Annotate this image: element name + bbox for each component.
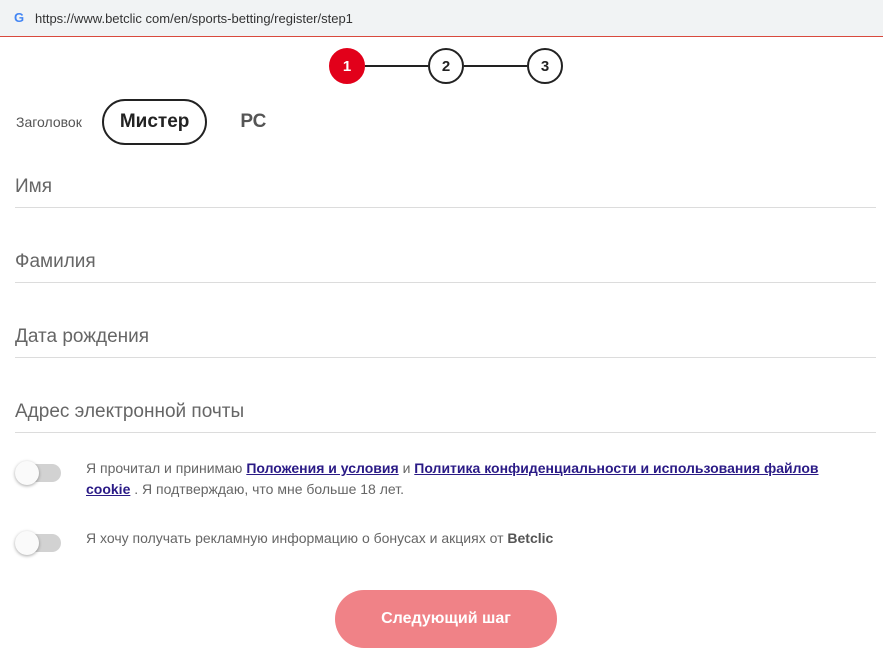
age-value: 18	[360, 481, 376, 497]
last-name-input[interactable]	[15, 243, 876, 281]
email-field	[15, 393, 876, 433]
last-name-field	[15, 243, 876, 283]
terms-consent-text: Я прочитал и принимаю Положения и услови…	[86, 458, 856, 500]
google-g-icon: G	[13, 10, 25, 25]
next-step-button[interactable]: Следующий шаг	[335, 590, 557, 648]
title-option-ps[interactable]: РС	[240, 111, 266, 133]
email-input[interactable]	[15, 393, 876, 431]
terms-and-conditions-link[interactable]: Положения и условия	[246, 460, 398, 476]
first-name-input[interactable]	[15, 168, 876, 206]
terms-toggle[interactable]	[15, 461, 61, 485]
step-connector	[464, 65, 527, 67]
age-suffix-text: лет.	[379, 481, 404, 497]
url-text[interactable]: https://www.betclic com/en/sports-bettin…	[35, 11, 353, 26]
first-name-field	[15, 168, 876, 208]
marketing-consent-row: Я хочу получать рекламную информацию о б…	[15, 528, 553, 555]
terms-consent-row: Я прочитал и принимаю Положения и услови…	[15, 458, 856, 500]
registration-stepper: 1 2 3	[0, 46, 883, 86]
toggle-knob	[15, 531, 39, 555]
marketing-toggle[interactable]	[15, 531, 61, 555]
terms-and-text: и	[402, 460, 411, 476]
age-confirmation-text: . Я подтверждаю, что мне больше	[134, 481, 357, 497]
toggle-knob	[15, 461, 39, 485]
birth-date-input[interactable]	[15, 318, 876, 356]
step-1-indicator: 1	[329, 48, 365, 84]
title-label: Заголовок	[16, 114, 82, 130]
marketing-text: Я хочу получать рекламную информацию о б…	[86, 530, 504, 546]
birth-date-field	[15, 318, 876, 358]
browser-address-bar[interactable]: G https://www.betclic com/en/sports-bett…	[0, 0, 883, 37]
title-selector: Заголовок Мистер РС	[16, 99, 266, 145]
step-3-indicator: 3	[527, 48, 563, 84]
terms-prefix-text: Я прочитал и принимаю	[86, 460, 243, 476]
brand-name: Betclic	[507, 530, 554, 546]
step-2-indicator: 2	[428, 48, 464, 84]
title-option-mister[interactable]: Мистер	[101, 99, 208, 145]
marketing-consent-text: Я хочу получать рекламную информацию о б…	[86, 528, 553, 553]
step-connector	[365, 65, 428, 67]
